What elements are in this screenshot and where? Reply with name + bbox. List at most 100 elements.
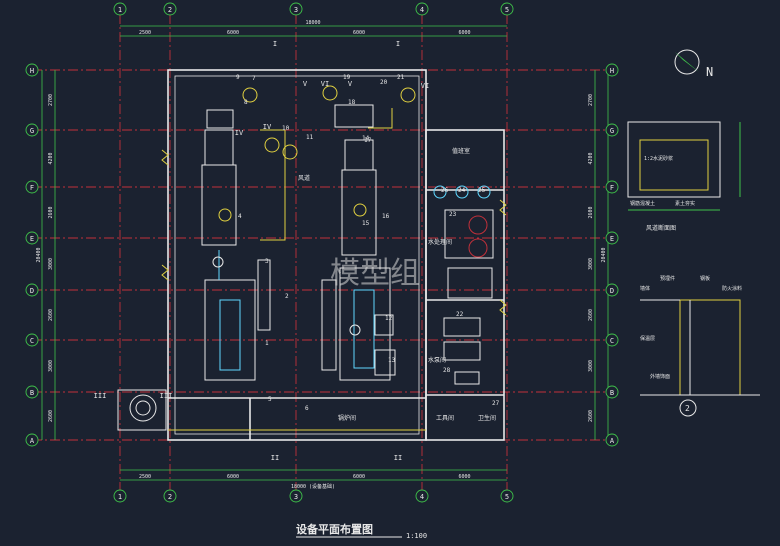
dim-bottom-span-3: 6000 (458, 474, 470, 480)
section-mark-9: V (348, 80, 353, 88)
axis-bubble-left-G-label: G (30, 127, 34, 135)
dim-right-span-2: 2600 (588, 206, 594, 218)
boiler-train-left (201, 109, 286, 381)
axis-bubble-top-5: 5 (500, 2, 514, 16)
axis-bubble-bottom-3-label: 3 (294, 493, 298, 501)
equipment-tag-4: 4 (238, 213, 242, 220)
dim-left-span-2: 2600 (48, 206, 54, 218)
axis-bubble-bottom-4-label: 4 (420, 493, 424, 501)
axis-bubble-bottom-2: 2 (163, 489, 177, 503)
axis-bubble-left-C: C (25, 333, 39, 347)
axis-bubble-right-G: G (605, 123, 619, 137)
building-walls (167, 69, 505, 441)
equipment-tag-6: 6 (305, 405, 309, 412)
room-label-duct: 风道 (298, 174, 310, 182)
axis-bubble-right-A: A (605, 433, 619, 447)
axis-bubble-top-2-label: 2 (168, 6, 172, 14)
equipment-tag-24: 24 (458, 187, 466, 194)
dim-right-span-1: 4200 (588, 152, 594, 164)
axis-bubble-left-B: B (25, 385, 39, 399)
detail-bottom-label-2: 钢板 (700, 275, 710, 282)
axis-bubble-right-F: F (605, 180, 619, 194)
room-label-toilet: 卫生间 (478, 414, 496, 422)
detail-bottom-label-0: 墙体 (640, 285, 650, 292)
axis-bubble-left-A: A (25, 433, 39, 447)
section-mark-11: VI (421, 82, 429, 90)
detail-section-bottom (640, 299, 760, 417)
detail-bottom-label-1: 预埋件 (660, 275, 675, 282)
equipment-tag-2: 2 (285, 293, 289, 300)
dim-top-span-0: 2500 (139, 30, 151, 36)
dim-left-span-0: 2700 (48, 94, 54, 106)
room-label-control: 值班室 (452, 147, 470, 155)
equipment-tag-28: 28 (443, 367, 451, 374)
axis-bubble-right-D: D (605, 283, 619, 297)
axis-bubble-top-3: 3 (289, 2, 303, 16)
equipment-layout-plan: 2500 2500 6000 6000 6000 6000 6000 6000 18000 180… (25, 2, 760, 540)
axis-bubble-right-F-label: F (610, 184, 614, 192)
axis-bubble-left-B-label: B (30, 389, 34, 397)
axis-bubbles: 1122334455H HG GF FE ED DC CB BA A (25, 2, 619, 503)
room-label-boiler: 锅炉间 (338, 414, 356, 422)
water-treatment-units (443, 209, 494, 385)
dim-right-span-6: 2600 (588, 410, 594, 422)
equipment-tag-12: 12 (385, 315, 393, 322)
axis-bubble-bottom-1-label: 1 (118, 493, 122, 501)
dimension-texts: 2500 2500 6000 6000 6000 6000 6000 6000 18000 180… (36, 20, 607, 490)
axis-bubble-bottom-3: 3 (289, 489, 303, 503)
axis-bubble-left-H: H (25, 63, 39, 77)
detail-top-label-3: 素土夯实 (675, 200, 695, 207)
equipment-tag-10: 10 (282, 125, 290, 132)
axis-bubble-left-F: F (25, 180, 39, 194)
north-label: N (706, 65, 713, 79)
dim-top-span-3: 6000 (458, 30, 470, 36)
axis-bubble-left-D-label: D (30, 287, 34, 295)
section-mark-6: IV (235, 129, 244, 137)
drawing-title: 设备平面布置图 (296, 522, 373, 536)
dim-bottom-total: 18000 (设备基础) (291, 483, 335, 490)
section-mark-3: II (394, 454, 402, 462)
detail-bottom-number: 2 (685, 404, 690, 413)
dim-top-span-2: 6000 (353, 30, 365, 36)
detail-bottom-label-4: 保温层 (640, 335, 655, 342)
axis-bubble-left-F-label: F (30, 184, 34, 192)
axis-bubble-left-E-label: E (30, 235, 34, 243)
dimension-lines (41, 25, 609, 481)
room-label-pump: 水泵间 (428, 356, 446, 364)
section-mark-8: V (303, 80, 308, 88)
equipment-tag-7: 7 (252, 75, 256, 82)
dim-bottom-span-2: 6000 (353, 474, 365, 480)
dim-right-span-5: 3000 (588, 360, 594, 372)
dim-left-span-4: 2600 (48, 309, 54, 321)
equipment-tag-9: 9 (236, 74, 240, 81)
axis-bubble-top-4: 4 (415, 2, 429, 16)
equipment-tag-23: 23 (449, 211, 457, 218)
axis-bubble-top-5-label: 5 (505, 6, 509, 14)
axis-bubble-right-E-label: E (610, 235, 614, 243)
axis-bubble-left-G: G (25, 123, 39, 137)
axis-bubble-right-B: B (605, 385, 619, 399)
dim-right-span-3: 3000 (588, 258, 594, 270)
axis-bubble-top-1-label: 1 (118, 6, 122, 14)
dim-right-span-4: 2600 (588, 309, 594, 321)
equipment-tag-16: 16 (382, 213, 390, 220)
axis-bubble-right-H: H (605, 63, 619, 77)
dim-right-total: 20400 (601, 247, 607, 262)
axis-bubble-right-B-label: B (610, 389, 614, 397)
equipment-tag-17: 17 (364, 137, 372, 144)
dim-left-span-3: 3000 (48, 258, 54, 270)
section-mark-1: I (396, 40, 400, 48)
section-mark-7: IV (263, 123, 272, 131)
detail-top-label-1: 1:2水泥砂浆 (644, 155, 673, 162)
axis-bubble-bottom-5: 5 (500, 489, 514, 503)
dim-bottom-span-0: 2500 (139, 474, 151, 480)
dim-left-span-5: 3000 (48, 360, 54, 372)
dim-left-total: 20400 (36, 247, 42, 262)
equipment-tag-1: 1 (265, 340, 269, 347)
axis-bubble-left-E: E (25, 231, 39, 245)
watermark: 模型组 (330, 256, 420, 291)
cad-drawing-canvas: 2500 2500 6000 6000 6000 6000 6000 6000 18000 180… (0, 0, 780, 542)
equipment-tag-18: 18 (348, 99, 356, 106)
fan-and-pump-symbols (242, 85, 491, 258)
axis-bubble-right-G-label: G (610, 127, 614, 135)
